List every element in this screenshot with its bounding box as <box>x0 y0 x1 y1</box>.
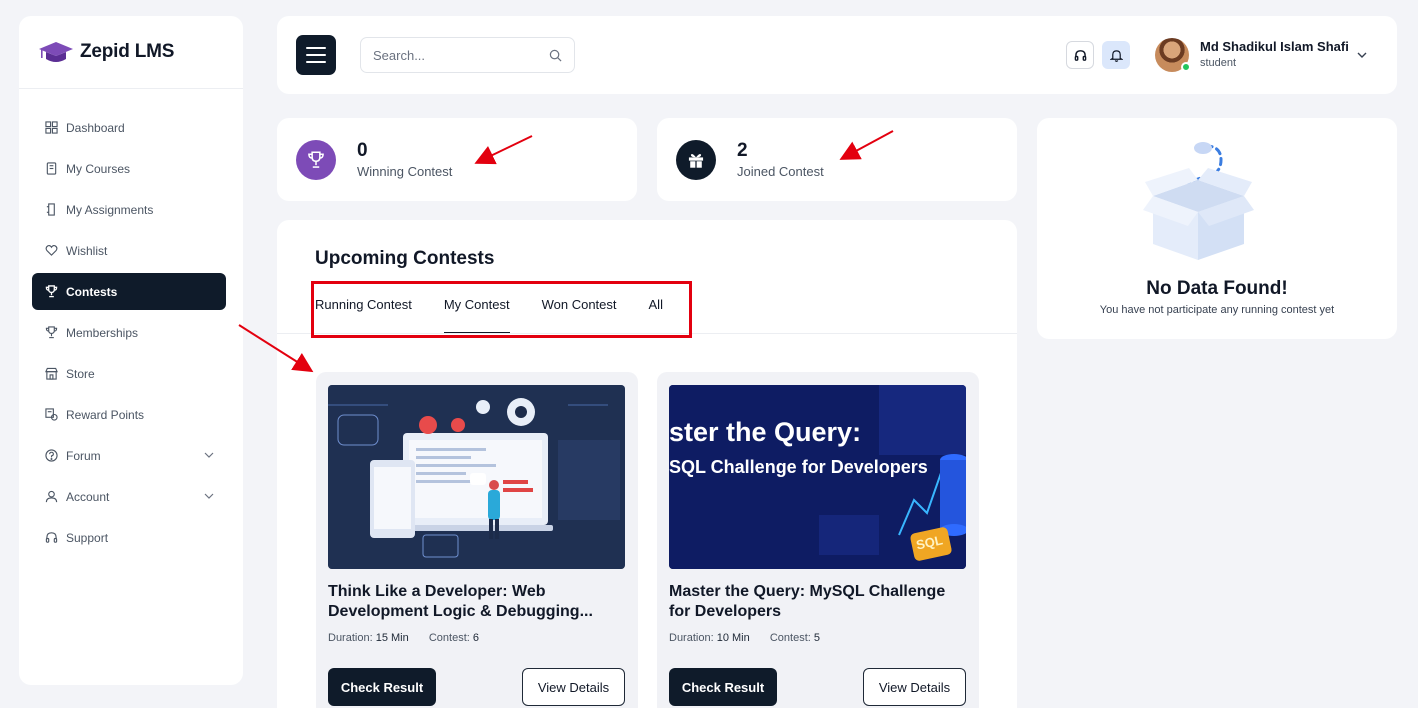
hamburger-line <box>306 47 326 49</box>
trophy-icon <box>296 140 336 180</box>
chevron-down-icon <box>204 452 214 458</box>
heart-icon <box>45 244 58 257</box>
no-data-subtitle: You have not participate any running con… <box>1099 304 1335 316</box>
sidebar-item-label: Account <box>66 489 110 504</box>
sidebar-item-dashboard[interactable]: Dashboard <box>32 109 226 146</box>
contest-title[interactable]: Master the Query: MySQL Challenge for De… <box>669 582 969 622</box>
sidebar-item-my-courses[interactable]: My Courses <box>32 150 226 187</box>
contest-card: ster the Query: SQL Challenge for Develo… <box>657 372 979 708</box>
contest-label: Contest: <box>769 632 811 644</box>
sidebar-item-label: Forum <box>66 448 101 463</box>
search-input[interactable] <box>373 47 549 63</box>
hamburger-line <box>306 61 326 63</box>
store-icon <box>45 367 58 380</box>
contest-meta: Duration: 15 Min Contest: 6 <box>328 632 479 644</box>
contest-value: 6 <box>472 632 480 644</box>
trophy-icon <box>45 326 58 339</box>
sidebar-item-label: My Assignments <box>66 202 154 217</box>
contest-meta: Duration: 10 Min Contest: 5 <box>669 632 820 644</box>
check-result-button[interactable]: Check Result <box>669 668 777 706</box>
winning-contest-label: Winning Contest <box>357 164 453 179</box>
contest-banner-image[interactable]: ster the Query: SQL Challenge for Develo… <box>669 385 966 569</box>
hamburger-line <box>306 54 326 56</box>
graduation-cap-icon <box>39 42 73 62</box>
notifications-button[interactable] <box>1102 41 1130 69</box>
user-name[interactable]: Md Shadikul Islam Shafi <box>1200 39 1349 54</box>
sidebar-item-support[interactable]: Support <box>32 519 226 556</box>
headset-icon <box>1074 49 1086 61</box>
help-circle-icon <box>45 449 58 462</box>
sidebar-item-forum[interactable]: Forum <box>32 437 226 474</box>
winning-contest-card: 0 Winning Contest <box>277 118 637 201</box>
contest-banner-image[interactable] <box>328 385 625 569</box>
no-data-panel: No Data Found! You have not participate … <box>1037 118 1397 339</box>
view-details-button[interactable]: View Details <box>863 668 966 706</box>
menu-toggle-button[interactable] <box>296 35 336 75</box>
sidebar-item-label: Dashboard <box>66 120 125 135</box>
sidebar-item-account[interactable]: Account <box>32 478 226 515</box>
joined-contest-card: 2 Joined Contest <box>657 118 1017 201</box>
sidebar-item-memberships[interactable]: Memberships <box>32 314 226 351</box>
assignment-icon <box>45 203 58 216</box>
section-title: Upcoming Contests <box>315 248 495 269</box>
avatar[interactable] <box>1155 38 1191 72</box>
no-data-title: No Data Found! <box>1146 278 1288 299</box>
sidebar-item-wishlist[interactable]: Wishlist <box>32 232 226 269</box>
sidebar-item-contests[interactable]: Contests <box>32 273 226 310</box>
dashboard-icon <box>45 121 58 134</box>
view-details-button[interactable]: View Details <box>522 668 625 706</box>
winning-contest-count: 0 <box>357 140 368 161</box>
sidebar-item-label: Wishlist <box>66 243 108 258</box>
sidebar-item-label: Support <box>66 530 109 545</box>
annotation-highlight-box <box>311 281 692 338</box>
support-button[interactable] <box>1066 41 1094 69</box>
sidebar-item-label: My Courses <box>66 161 131 176</box>
contest-value: 5 <box>813 632 821 644</box>
duration-label: Duration: <box>669 632 714 644</box>
sidebar-item-label: Reward Points <box>66 407 145 422</box>
sidebar-item-store[interactable]: Store <box>32 355 226 392</box>
top-header: Md Shadikul Islam Shafi student <box>277 16 1397 94</box>
duration-label: Duration: <box>328 632 373 644</box>
sidebar-item-label: Contests <box>66 284 118 299</box>
brand[interactable]: Zepid LMS <box>19 16 243 89</box>
sidebar-item-my-assignments[interactable]: My Assignments <box>32 191 226 228</box>
contest-label: Contest: <box>428 632 470 644</box>
sidebar: Zepid LMS Dashboard My Courses My Assign… <box>19 16 243 685</box>
duration-value: 15 Min <box>375 632 409 644</box>
bell-icon <box>1109 49 1123 62</box>
duration-value: 10 Min <box>716 632 750 644</box>
chevron-down-icon[interactable] <box>1356 49 1368 61</box>
sidebar-item-label: Store <box>66 366 95 381</box>
brand-name: Zepid LMS <box>80 41 175 62</box>
reward-icon <box>45 408 58 421</box>
search-box <box>360 37 575 73</box>
empty-box-illustration <box>1143 142 1254 260</box>
user-role: student <box>1200 57 1237 69</box>
search-icon[interactable] <box>549 49 562 62</box>
chevron-down-icon <box>204 493 214 499</box>
book-icon <box>45 162 58 175</box>
trophy-icon <box>45 285 58 298</box>
gift-icon <box>676 140 716 180</box>
sidebar-item-reward-points[interactable]: Reward Points <box>32 396 226 433</box>
joined-contest-label: Joined Contest <box>737 164 824 179</box>
banner-subline: SQL Challenge for Developers <box>669 457 928 477</box>
sidebar-nav: Dashboard My Courses My Assignments Wish… <box>32 109 226 560</box>
sidebar-item-label: Memberships <box>66 325 139 340</box>
contest-title[interactable]: Think Like a Developer: Web Development … <box>328 582 628 622</box>
online-status-dot <box>1181 62 1191 72</box>
headset-icon <box>45 531 58 544</box>
banner-headline: ster the Query: <box>669 417 862 447</box>
joined-contest-count: 2 <box>737 140 748 161</box>
check-result-button[interactable]: Check Result <box>328 668 436 706</box>
user-icon <box>45 490 58 503</box>
contest-card: Think Like a Developer: Web Development … <box>316 372 638 708</box>
